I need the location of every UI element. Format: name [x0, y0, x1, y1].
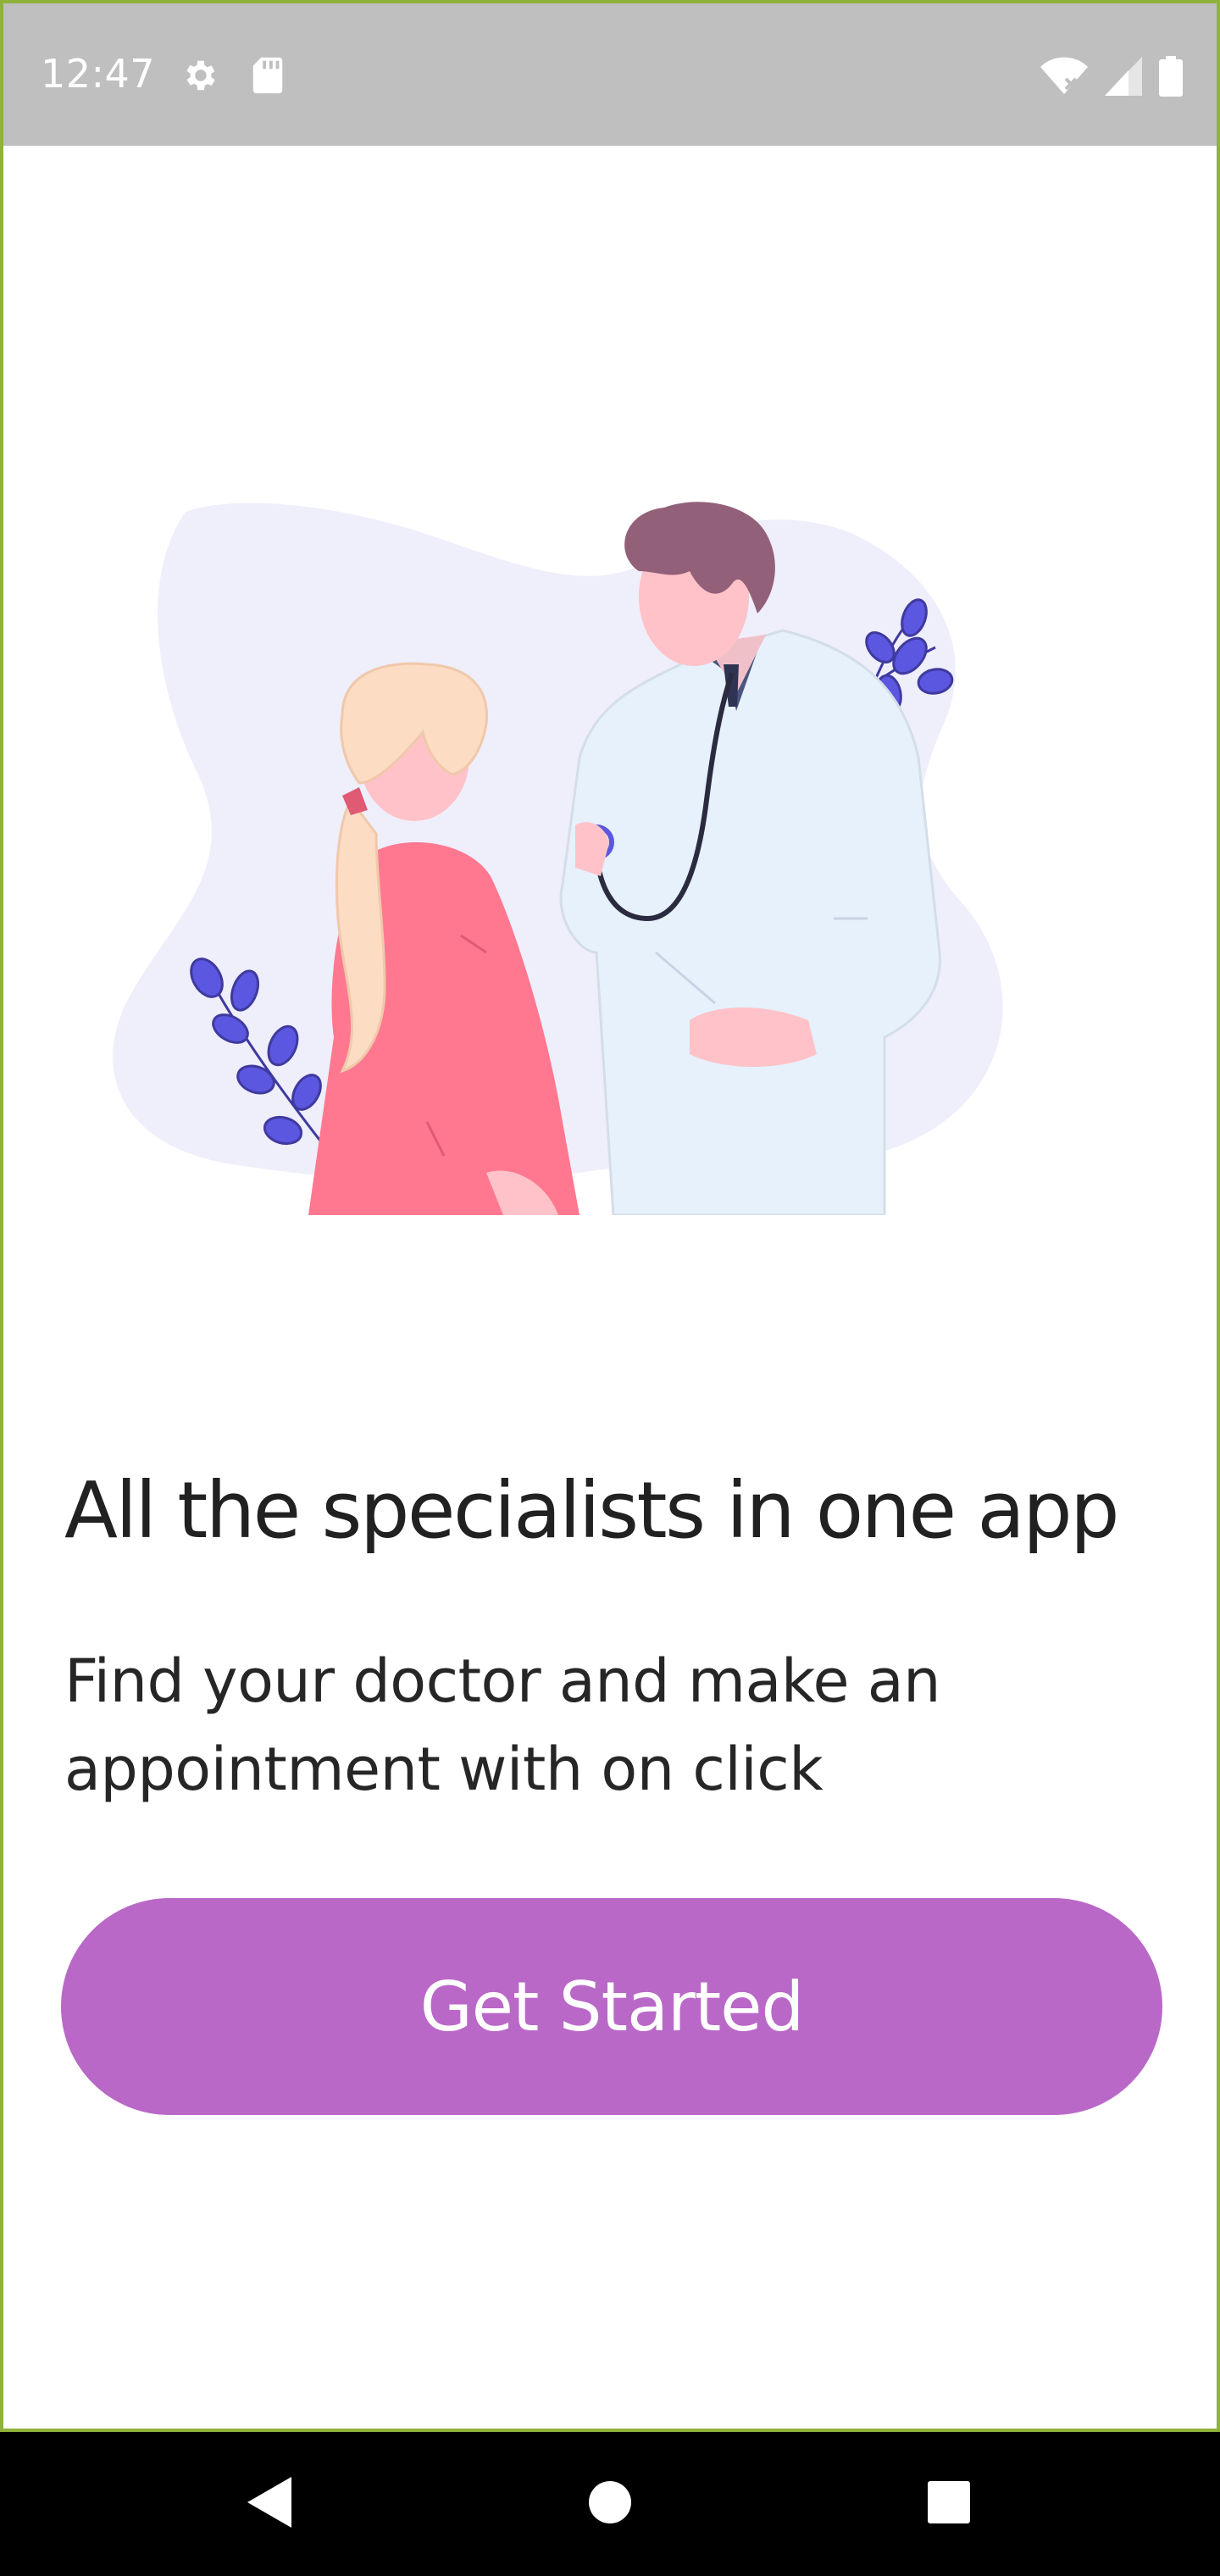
onboarding-subtitle: Find your doctor and make an appointment… — [64, 1646, 941, 1804]
onboarding-headline: All the specialists in one app — [64, 1465, 1120, 1556]
battery-icon — [1159, 56, 1183, 97]
app-screen: 12:47 All the specialists in one app Fin… — [0, 0, 1220, 2432]
cell-signal-icon — [1105, 57, 1142, 96]
sd-card-icon — [251, 56, 285, 95]
status-left-icons — [181, 56, 285, 95]
back-icon — [247, 2477, 295, 2531]
back-button[interactable] — [203, 2432, 339, 2576]
wifi-off-icon — [1040, 57, 1088, 96]
doctor-patient-illustration — [105, 478, 1122, 1217]
status-time: 12:47 — [41, 51, 156, 97]
status-right-icons — [1040, 56, 1183, 97]
get-started-button[interactable]: Get Started — [61, 1898, 1162, 2115]
home-button[interactable] — [542, 2432, 678, 2576]
home-icon — [587, 2479, 633, 2529]
recents-icon — [926, 2479, 972, 2529]
system-nav-bar — [0, 2432, 1220, 2576]
status-bar: 12:47 — [3, 3, 1217, 146]
gear-icon — [181, 56, 220, 95]
recents-button[interactable] — [881, 2432, 1017, 2576]
